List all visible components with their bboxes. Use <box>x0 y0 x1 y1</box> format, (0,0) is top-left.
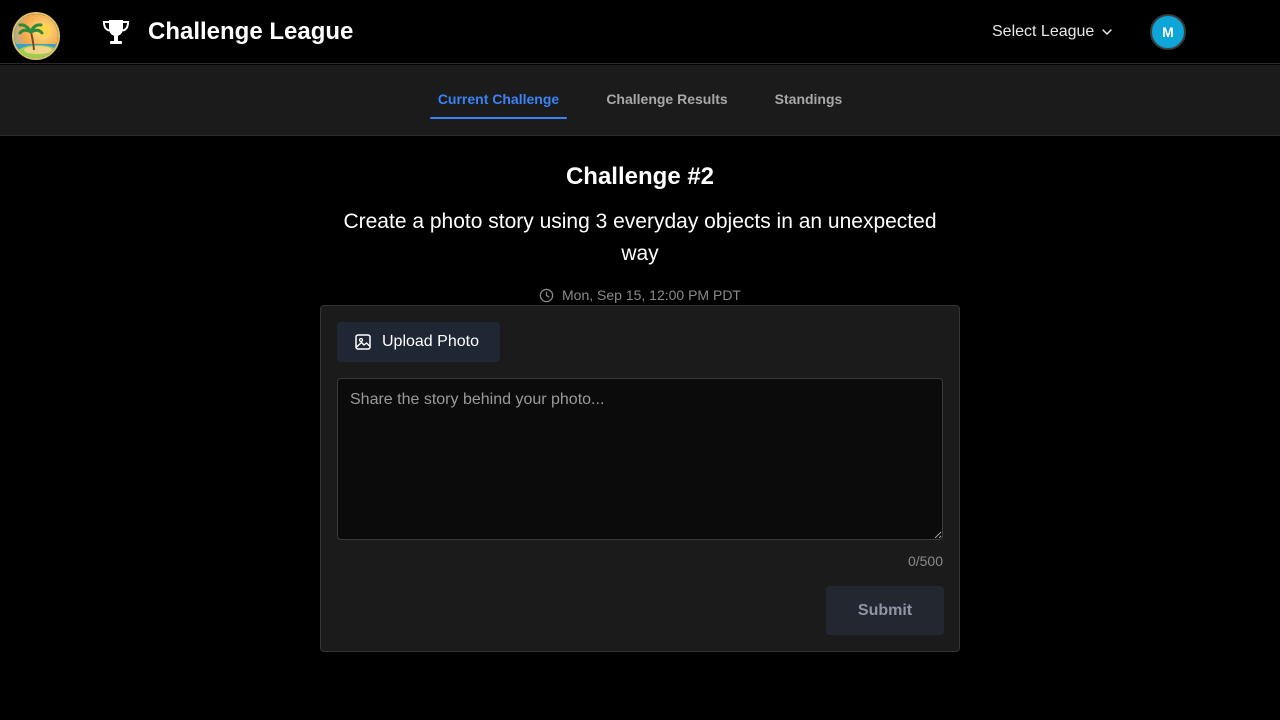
user-avatar[interactable]: M <box>1150 14 1186 50</box>
tab-current-challenge[interactable]: Current Challenge <box>430 65 567 119</box>
chevron-down-icon <box>1102 29 1113 35</box>
story-textarea[interactable] <box>337 378 943 540</box>
challenge-prompt: Create a photo story using 3 everyday ob… <box>343 210 937 265</box>
character-count: 0/500 <box>907 553 943 569</box>
submit-button[interactable]: Submit <box>826 586 944 635</box>
tab-standings[interactable]: Standings <box>768 65 849 119</box>
upload-photo-label: Upload Photo <box>382 333 479 350</box>
palm-island-logo-icon <box>14 14 58 58</box>
challenge-title: Challenge #2 <box>565 163 715 190</box>
challenge-tabs: Current Challenge Challenge Results Stan… <box>0 65 1280 136</box>
tab-challenge-results[interactable]: Challenge Results <box>600 65 734 119</box>
challenge-deadline: Mon, Sep 15, 12:00 PM PDT <box>0 286 1280 304</box>
league-select-dropdown[interactable]: Select League <box>992 20 1114 44</box>
image-icon <box>355 334 371 350</box>
top-header: Challenge League Select League M <box>0 0 1280 64</box>
submission-card: Upload Photo 0/500 Submit <box>320 305 960 652</box>
clock-icon <box>539 288 554 302</box>
deadline-text: Mon, Sep 15, 12:00 PM PDT <box>562 287 741 303</box>
league-select-label: Select League <box>992 23 1095 40</box>
app-title: Challenge League <box>148 18 354 45</box>
app-logo[interactable] <box>12 12 60 60</box>
upload-photo-button[interactable]: Upload Photo <box>337 322 500 362</box>
trophy-icon <box>100 16 132 48</box>
